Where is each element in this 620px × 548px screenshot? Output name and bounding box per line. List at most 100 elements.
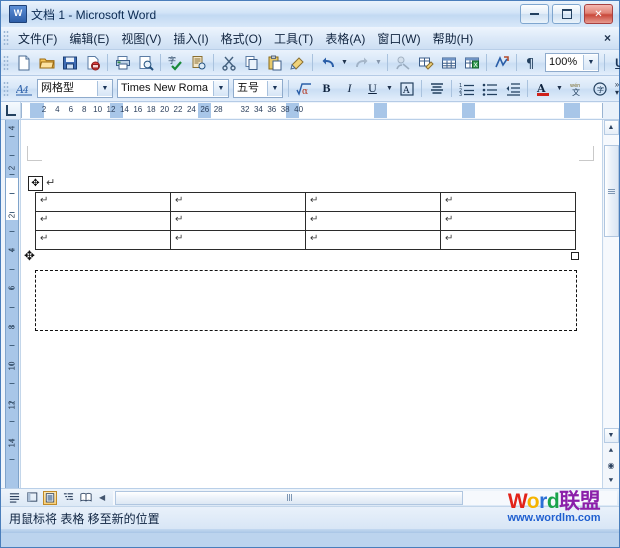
menu-file[interactable]: 文件(F) — [12, 28, 63, 49]
save-disk-icon[interactable] — [59, 52, 80, 73]
phonetic-guide-icon[interactable]: wén 文 — [566, 78, 587, 99]
document-page[interactable]: ↵ ✥ ↵ ↵ ↵ ↵ ↵ ↵ ↵ ↵ ↵ ↵ ↵ ↵ ✥ — [21, 120, 602, 488]
table-cell[interactable]: ↵ — [170, 211, 306, 231]
align-distributed-icon[interactable] — [426, 78, 447, 99]
restore-button[interactable] — [552, 4, 581, 24]
insert-table-icon[interactable] — [438, 52, 459, 73]
outline-view-icon[interactable] — [61, 491, 75, 505]
math-formula-icon[interactable]: α — [293, 78, 314, 99]
table-row[interactable]: ↵ ↵ ↵ ↵ — [35, 230, 576, 250]
print-icon[interactable] — [112, 52, 133, 73]
underline-dropdown-arrow-icon[interactable]: ▼ — [384, 78, 395, 99]
table-move-handle-icon[interactable]: ✥ — [28, 176, 43, 191]
tables-and-borders-icon[interactable] — [415, 52, 436, 73]
columns-icon[interactable] — [491, 52, 512, 73]
show-formatting-marks-icon[interactable]: ¶ — [521, 52, 542, 73]
table-cell[interactable]: ↵ — [35, 230, 171, 250]
underline-icon[interactable]: U — [362, 78, 383, 99]
zoom-dropdown-arrow-icon[interactable]: ▼ — [583, 55, 598, 70]
table-cell[interactable]: ↵ — [305, 230, 441, 250]
character-border-icon[interactable]: A — [396, 78, 417, 99]
next-object-button[interactable]: ⯆ — [604, 473, 619, 488]
menu-table[interactable]: 表格(A) — [319, 28, 371, 49]
paste-clipboard-icon[interactable] — [264, 52, 285, 73]
table-cell[interactable]: ↵ — [305, 211, 441, 231]
menu-format[interactable]: 格式(O) — [215, 28, 268, 49]
help-underline-button[interactable]: U — [609, 52, 620, 73]
new-document-icon[interactable] — [13, 52, 34, 73]
font-combo[interactable]: Times New Roma ▼ — [117, 79, 229, 98]
reading-layout-view-icon[interactable] — [79, 491, 93, 505]
vertical-scroll-thumb[interactable] — [603, 145, 619, 237]
table-cell[interactable]: ↵ — [440, 211, 576, 231]
bold-icon[interactable]: B — [316, 78, 337, 99]
document-canvas[interactable]: ↵ ✥ ↵ ↵ ↵ ↵ ↵ ↵ ↵ ↵ ↵ ↵ ↵ ↵ ✥ — [21, 120, 602, 488]
format-painter-brush-icon[interactable] — [287, 52, 308, 73]
web-layout-view-icon[interactable] — [25, 491, 39, 505]
undo-arrow-icon[interactable] — [317, 52, 338, 73]
formatting-toolbar-grip[interactable] — [3, 80, 9, 97]
standard-toolbar-grip[interactable] — [3, 54, 9, 71]
numbered-list-icon[interactable]: 123 — [456, 78, 477, 99]
scroll-down-button[interactable]: ▼ — [603, 428, 619, 443]
horizontal-scroll-track[interactable] — [113, 490, 617, 505]
table-cell[interactable]: ↵ — [35, 192, 171, 212]
table-resize-handle[interactable] — [571, 252, 579, 260]
table-row[interactable]: ↵ ↵ ↵ ↵ — [35, 192, 576, 212]
insert-hyperlink-icon[interactable] — [392, 52, 413, 73]
font-color-dropdown-arrow-icon[interactable]: ▼ — [554, 78, 565, 99]
mail-recipient-icon[interactable] — [82, 52, 103, 73]
table-cell[interactable]: ↵ — [170, 192, 306, 212]
minimize-button[interactable] — [520, 4, 549, 24]
copy-icon[interactable] — [241, 52, 262, 73]
menu-view[interactable]: 视图(V) — [115, 28, 167, 49]
open-folder-icon[interactable] — [36, 52, 57, 73]
table-row[interactable]: ↵ ↵ ↵ ↵ — [35, 211, 576, 231]
style-dropdown-arrow-icon[interactable]: ▼ — [97, 81, 112, 96]
menu-grip-handle[interactable] — [3, 30, 9, 46]
font-size-dropdown-arrow-icon[interactable]: ▼ — [267, 81, 282, 96]
vertical-ruler[interactable]: 422468101214 — [5, 120, 19, 488]
vertical-scroll-track[interactable] — [603, 135, 619, 428]
font-dropdown-arrow-icon[interactable]: ▼ — [213, 81, 228, 96]
enclose-character-icon[interactable]: 字 — [589, 78, 610, 99]
close-document-button[interactable]: × — [596, 31, 619, 45]
close-button[interactable]: ✕ — [584, 4, 613, 24]
select-browse-object-button[interactable]: ◉ — [604, 458, 619, 473]
font-size-combo[interactable]: 五号 ▼ — [233, 79, 283, 98]
table-cell[interactable]: ↵ — [35, 211, 171, 231]
menu-edit[interactable]: 编辑(E) — [63, 28, 115, 49]
document-table[interactable]: ↵ ↵ ↵ ↵ ↵ ↵ ↵ ↵ ↵ ↵ ↵ ↵ — [35, 192, 576, 250]
formatting-toolbar-overflow-button[interactable]: » ▾ — [611, 78, 620, 100]
print-layout-view-icon[interactable] — [43, 490, 57, 505]
menu-window[interactable]: 窗口(W) — [371, 28, 426, 49]
left-tab-stop-icon[interactable] — [1, 102, 21, 119]
menu-insert[interactable]: 插入(I) — [167, 28, 214, 49]
redo-dropdown-arrow-icon[interactable]: ▼ — [373, 52, 384, 73]
cut-scissors-icon[interactable] — [218, 52, 239, 73]
normal-view-icon[interactable] — [7, 491, 21, 505]
insert-excel-sheet-icon[interactable]: X — [461, 52, 482, 73]
style-combo[interactable]: 网格型 ▼ — [37, 79, 113, 98]
research-icon[interactable] — [188, 52, 209, 73]
redo-arrow-icon[interactable] — [351, 52, 372, 73]
ruler-indent-marker[interactable] — [374, 103, 387, 118]
ruler-indent-marker[interactable] — [462, 103, 475, 118]
horizontal-scroll-thumb[interactable] — [115, 490, 464, 505]
italic-icon[interactable]: I — [339, 78, 360, 99]
previous-object-button[interactable]: ⯅ — [604, 443, 619, 458]
zoom-combo[interactable]: 100% ▼ — [545, 53, 599, 72]
print-preview-icon[interactable] — [135, 52, 156, 73]
horizontal-ruler[interactable]: 2 4 6 8 10 12 14 16 18 20 22 24 26 28 32 34 36 38 40 — [21, 103, 603, 118]
spelling-check-icon[interactable]: 字 — [165, 52, 186, 73]
menu-help[interactable]: 帮助(H) — [427, 28, 480, 49]
menu-tools[interactable]: 工具(T) — [268, 28, 319, 49]
table-cell[interactable]: ↵ — [440, 192, 576, 212]
horizontal-scroll-left-button[interactable]: ◀ — [97, 493, 105, 502]
undo-dropdown-arrow-icon[interactable]: ▼ — [339, 52, 350, 73]
decrease-indent-icon[interactable] — [502, 78, 523, 99]
scroll-up-button[interactable]: ▲ — [603, 120, 619, 135]
font-color-icon[interactable]: A — [532, 78, 553, 99]
ruler-indent-marker[interactable] — [564, 103, 580, 118]
bulleted-list-icon[interactable] — [479, 78, 500, 99]
